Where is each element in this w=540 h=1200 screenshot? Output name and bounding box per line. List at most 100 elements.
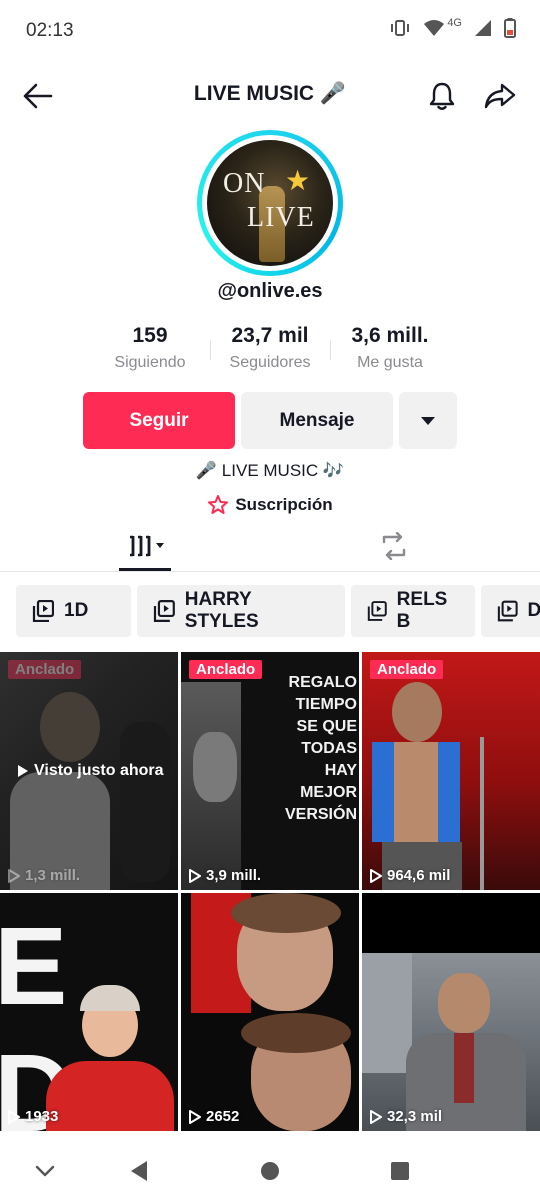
avatar-logo-text-1: ON	[223, 168, 266, 199]
tab-videos[interactable]	[105, 520, 185, 572]
thumb-shape	[394, 742, 438, 852]
thumb-shape	[362, 953, 412, 1073]
play-outline-icon	[370, 1109, 382, 1124]
system-nav-bar	[0, 1140, 540, 1200]
playlist-icon	[32, 600, 54, 622]
follow-button[interactable]: Seguir	[83, 392, 235, 449]
avatar: ON ★ LIVE	[207, 140, 333, 266]
playlist-label: DA	[527, 600, 540, 621]
view-count-value: 32,3 mil	[387, 1108, 443, 1125]
caption-line: MEJOR	[300, 784, 357, 801]
view-count: 964,6 mil	[370, 867, 450, 884]
playlist-item[interactable]: DA	[481, 585, 540, 637]
stat-following[interactable]: 159 Siguiendo	[90, 324, 210, 372]
thumb-shape	[438, 742, 460, 842]
circle-home-icon	[261, 1162, 279, 1180]
video-thumbnail[interactable]: Anclado 964,6 mil	[362, 652, 540, 890]
thumb-shape	[454, 1033, 474, 1103]
avatar-logo-text-2: LIVE	[247, 202, 315, 233]
nav-home-button[interactable]	[255, 1156, 285, 1186]
thumb-shape	[480, 737, 484, 890]
playlist-item[interactable]: HARRY STYLES	[137, 585, 345, 637]
view-count: 2652	[189, 1108, 239, 1125]
profile-header: LIVE MUSIC 🎤	[0, 70, 540, 122]
bell-icon	[429, 82, 455, 110]
profile-stats: 159 Siguiendo 23,7 mil Seguidores 3,6 mi…	[90, 324, 450, 380]
stat-label: Siguiendo	[114, 354, 186, 371]
repost-icon	[382, 532, 406, 560]
pinned-badge: Anclado	[370, 660, 444, 679]
signal-icon	[474, 19, 492, 37]
thumb-shape	[372, 742, 394, 842]
square-recents-icon	[391, 1162, 409, 1180]
suggested-accounts-button[interactable]	[399, 392, 457, 449]
caption-line: VERSIÓN	[284, 806, 357, 823]
vibrate-icon	[389, 19, 411, 37]
video-thumbnail[interactable]: REGALO TIEMPO SE QUE TODAS HAY MEJOR VER…	[181, 652, 359, 890]
thumb-shape	[241, 1013, 351, 1053]
view-count-value: 964,6 mil	[387, 867, 451, 884]
status-icons: 4G	[389, 17, 516, 38]
nav-back-button[interactable]	[124, 1156, 154, 1186]
view-count-value: 2652	[206, 1108, 240, 1125]
notifications-button[interactable]	[422, 76, 462, 116]
tab-reposts[interactable]	[354, 520, 434, 572]
view-count-value: 1,3 mill.	[25, 867, 81, 884]
playlist-item[interactable]: 1D	[16, 585, 131, 637]
caret-down-icon	[421, 416, 435, 425]
playlist-label: 1D	[64, 600, 89, 621]
avatar-ring[interactable]: ON ★ LIVE	[197, 130, 343, 276]
wifi-icon	[423, 19, 445, 37]
play-outline-icon	[8, 868, 20, 883]
message-button[interactable]: Mensaje	[241, 392, 393, 449]
playlist-row: 1D HARRY STYLES RELS B DA	[16, 585, 540, 637]
triangle-back-icon	[131, 1161, 147, 1181]
profile-bio: 🎤 LIVE MUSIC 🎶	[195, 461, 345, 480]
video-thumbnail[interactable]: 2652	[181, 893, 359, 1131]
stat-followers[interactable]: 23,7 mil Seguidores	[210, 324, 330, 372]
play-outline-icon	[189, 868, 201, 883]
thumb-shape	[392, 682, 442, 742]
active-tab-indicator	[119, 568, 171, 571]
view-count: 1933	[8, 1108, 58, 1125]
share-button[interactable]	[480, 76, 520, 116]
playlist-label: RELS B	[396, 589, 448, 632]
view-count: 1,3 mill.	[8, 867, 80, 884]
status-bar: 02:13 4G	[0, 0, 540, 62]
content-tabs	[0, 520, 540, 572]
caption-line: SE QUE	[296, 718, 357, 735]
thumb-shape	[46, 1061, 174, 1131]
video-thumbnail[interactable]: E D 1933	[0, 893, 178, 1131]
watched-indicator: Visto justo ahora	[18, 762, 164, 780]
thumb-shape	[438, 973, 490, 1033]
thumb-caption: REGALO TIEMPO SE QUE TODAS HAY MEJOR VER…	[239, 672, 357, 826]
playlist-icon	[153, 600, 175, 622]
playlist-item[interactable]: RELS B	[351, 585, 475, 637]
username: @onlive.es	[217, 280, 323, 302]
play-icon	[18, 765, 28, 777]
stat-value: 159	[132, 324, 168, 347]
stat-likes: 3,6 mill. Me gusta	[330, 324, 450, 372]
playlist-label: HARRY STYLES	[184, 589, 259, 632]
stat-value: 23,7 mil	[231, 324, 309, 347]
video-thumbnail[interactable]: 32,3 mil	[362, 893, 540, 1131]
thumb-shape	[193, 732, 237, 802]
view-count: 3,9 mill.	[189, 867, 261, 884]
subscription-label: Suscripción	[235, 495, 333, 514]
caption-line: TIEMPO	[295, 696, 357, 713]
nav-recents-button[interactable]	[385, 1156, 415, 1186]
stat-value: 3,6 mill.	[351, 324, 429, 347]
share-arrow-icon	[484, 83, 516, 109]
view-count-value: 1933	[25, 1108, 59, 1125]
caption-line: HAY	[324, 762, 357, 779]
view-count-value: 3,9 mill.	[206, 867, 262, 884]
chevron-down-icon	[35, 1165, 55, 1177]
playlist-icon	[367, 601, 387, 621]
video-thumbnail[interactable]: Anclado Visto justo ahora 1,3 mill.	[0, 652, 178, 890]
nav-collapse-button[interactable]	[30, 1156, 60, 1186]
play-outline-icon	[8, 1109, 20, 1124]
star-badge-icon	[208, 495, 229, 514]
network-type: 4G	[447, 17, 462, 29]
subscription-link[interactable]: Suscripción	[0, 495, 540, 515]
thumb-shape	[231, 893, 341, 933]
